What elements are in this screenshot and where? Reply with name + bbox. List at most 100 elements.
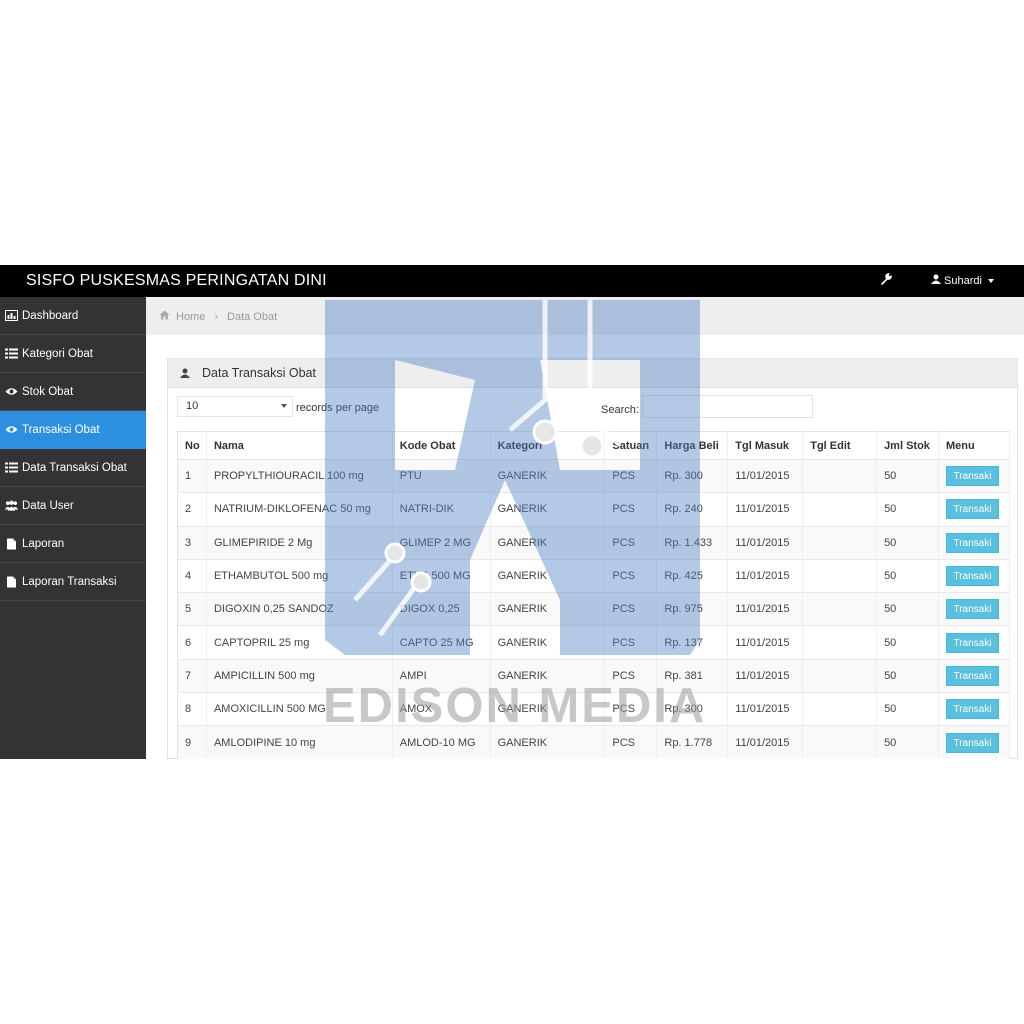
cell-harga: Rp. 137 <box>656 625 729 660</box>
sidebar-item-label: Transaksi Obat <box>22 423 100 436</box>
col-header-no[interactable]: No <box>177 431 207 460</box>
sidebar-item-data-user[interactable]: Data User <box>0 487 146 525</box>
cell-stok: 50 <box>876 659 939 694</box>
cell-harga: Rp. 381 <box>656 659 729 694</box>
col-header-kode-obat[interactable]: Kode Obat <box>392 431 491 460</box>
col-header-satuan[interactable]: Satuan <box>604 431 658 460</box>
cell-satuan: PCS <box>604 625 658 660</box>
eye-icon <box>5 386 18 397</box>
search-input[interactable] <box>642 395 813 418</box>
cell-kode: ETHA 500 MG <box>392 559 491 594</box>
cell-menu: Transaki <box>938 592 1011 627</box>
cell-menu: Transaki <box>938 659 1011 694</box>
cell-kategori: GANERIK <box>490 492 606 527</box>
cell-menu: Transaki <box>938 692 1011 727</box>
cell-stok: 50 <box>876 725 939 759</box>
cell-no: 3 <box>177 526 207 560</box>
cell-kode: AMOX <box>392 692 491 727</box>
breadcrumb-bar: Home › Data Obat <box>146 297 1024 335</box>
transaksi-button[interactable]: Transaki <box>945 665 999 686</box>
cell-tgl-edit <box>802 625 878 660</box>
sidebar-item-kategori-obat[interactable]: Kategori Obat <box>0 335 146 373</box>
cell-kategori: GANERIK <box>490 625 606 660</box>
search-label: Search: <box>601 404 639 416</box>
sidebar-item-transaksi-obat[interactable]: Transaksi Obat <box>0 411 146 449</box>
cell-nama: PROPYLTHIOURACIL 100 mg <box>206 459 393 494</box>
breadcrumb-home[interactable]: Home <box>176 311 205 323</box>
wrench-icon[interactable] <box>880 273 892 288</box>
list-icon <box>5 462 18 473</box>
cell-satuan: PCS <box>604 526 658 560</box>
records-per-page-value: 10 <box>186 400 199 412</box>
cell-menu: Transaki <box>938 492 1011 527</box>
chevron-right-icon: › <box>214 310 219 323</box>
cell-menu: Transaki <box>938 725 1011 759</box>
user-menu[interactable]: Suhardi <box>931 274 994 287</box>
cell-no: 9 <box>177 725 207 759</box>
cell-kode: GLIMEP 2 MG <box>392 526 491 560</box>
cell-satuan: PCS <box>604 725 658 759</box>
cell-stok: 50 <box>876 559 939 594</box>
cell-nama: NATRIUM-DIKLOFENAC 50 mg <box>206 492 393 527</box>
panel-header: Data Transaksi Obat <box>168 359 1017 388</box>
col-header-nama[interactable]: Nama <box>206 431 393 460</box>
col-header-tgl-masuk[interactable]: Tgl Masuk <box>727 431 804 460</box>
breadcrumb: Home › Data Obat <box>159 310 277 323</box>
transaksi-button[interactable]: Transaki <box>945 632 999 653</box>
cell-kode: CAPTO 25 MG <box>392 625 491 660</box>
transaksi-button[interactable]: Transaki <box>945 499 999 520</box>
cell-satuan: PCS <box>604 492 658 527</box>
cell-satuan: PCS <box>604 592 658 627</box>
transaksi-button[interactable]: Transaki <box>945 599 999 620</box>
home-icon <box>159 310 170 323</box>
bar-chart-icon <box>5 310 18 321</box>
cell-stok: 50 <box>876 459 939 494</box>
transaksi-button[interactable]: Transaki <box>945 732 999 753</box>
cell-no: 7 <box>177 659 207 694</box>
cell-kategori: GANERIK <box>490 526 606 560</box>
cell-menu: Transaki <box>938 526 1011 560</box>
cell-tgl-edit <box>802 592 878 627</box>
cell-kode: PTU <box>392 459 491 494</box>
transaksi-button[interactable]: Transaki <box>945 466 999 487</box>
sidebar: Dashboard Kategori Obat Stok Obat Transa… <box>0 297 146 759</box>
panel-title: Data Transaksi Obat <box>202 366 316 380</box>
cell-satuan: PCS <box>604 559 658 594</box>
table-row: 7 AMPICILLIN 500 mg AMPI GANERIK PCS Rp.… <box>177 659 1011 694</box>
sidebar-item-label: Dashboard <box>22 309 79 322</box>
file-icon <box>5 576 18 587</box>
sidebar-item-laporan-transaksi[interactable]: Laporan Transaksi <box>0 563 146 601</box>
app-title[interactable]: SISFO PUSKESMAS PERINGATAN DINI <box>26 272 327 290</box>
transaksi-button[interactable]: Transaki <box>945 532 999 553</box>
cell-nama: GLIMEPIRIDE 2 Mg <box>206 526 393 560</box>
cell-stok: 50 <box>876 625 939 660</box>
breadcrumb-current: Data Obat <box>227 310 278 323</box>
records-per-page-select[interactable]: 10 <box>177 396 293 417</box>
cell-kode: NATRI-DIK <box>392 492 491 527</box>
sidebar-item-label: Laporan <box>22 537 65 550</box>
obat-table: No Nama Kode Obat Kategori Satuan Harga … <box>177 431 1011 759</box>
col-header-kategori[interactable]: Kategori <box>490 431 606 460</box>
transaksi-button[interactable]: Transaki <box>945 566 999 587</box>
cell-harga: Rp. 1.433 <box>656 526 729 560</box>
cell-no: 1 <box>177 459 207 494</box>
table-controls: 10 records per page Search: <box>177 395 1013 419</box>
cell-menu: Transaki <box>938 459 1011 494</box>
col-header-jml-stok[interactable]: Jml Stok <box>876 431 939 460</box>
table-row: 8 AMOXICILLIN 500 MG AMOX GANERIK PCS Rp… <box>177 692 1011 727</box>
sidebar-item-stok-obat[interactable]: Stok Obat <box>0 373 146 411</box>
col-header-harga-beli[interactable]: Harga Beli <box>656 431 729 460</box>
transaksi-button[interactable]: Transaki <box>945 699 999 720</box>
cell-tgl-edit <box>802 725 878 759</box>
sidebar-item-dashboard[interactable]: Dashboard <box>0 297 146 335</box>
sidebar-item-data-transaksi-obat[interactable]: Data Transaksi Obat <box>0 449 146 487</box>
cell-no: 6 <box>177 625 207 660</box>
cell-nama: ETHAMBUTOL 500 mg <box>206 559 393 594</box>
cell-menu: Transaki <box>938 625 1011 660</box>
sidebar-item-label: Laporan Transaksi <box>22 575 117 588</box>
cell-tgl-edit <box>802 659 878 694</box>
sidebar-item-laporan[interactable]: Laporan <box>0 525 146 563</box>
col-header-tgl-edit[interactable]: Tgl Edit <box>802 431 878 460</box>
cell-tgl-edit <box>802 526 878 560</box>
file-icon <box>5 538 18 549</box>
